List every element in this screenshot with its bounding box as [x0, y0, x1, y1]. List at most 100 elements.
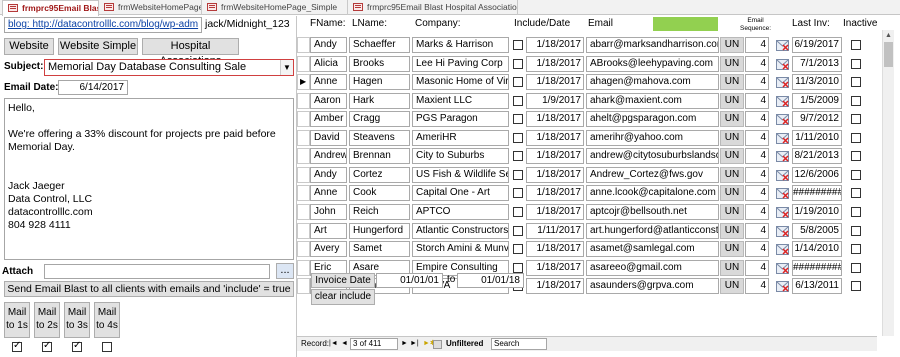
last-invoice-cell[interactable]: 8/21/2013 — [792, 148, 842, 164]
fname-cell[interactable]: John — [310, 204, 347, 220]
fname-cell[interactable]: Anne — [310, 185, 347, 201]
include-date-cell[interactable]: 1/18/2017 — [526, 278, 584, 294]
unsubscribe-button[interactable]: UN — [720, 111, 744, 127]
unsubscribe-button[interactable]: UN — [720, 37, 744, 53]
mail-cancel-icon[interactable] — [776, 207, 789, 218]
mail-cancel-icon[interactable] — [776, 281, 789, 292]
email-cell[interactable]: asamet@samlegal.com — [586, 241, 719, 257]
lname-cell[interactable]: Steavens — [349, 130, 410, 146]
last-invoice-cell[interactable]: 9/7/2012 — [792, 111, 842, 127]
tab-frmprc95-email-blast[interactable]: frmprc95Email Blast — [2, 0, 99, 16]
previous-record-icon[interactable]: ◄ — [341, 337, 348, 351]
inactive-checkbox[interactable] — [851, 170, 861, 180]
include-checkbox[interactable] — [513, 96, 523, 106]
last-invoice-cell[interactable]: 12/6/2006 — [792, 167, 842, 183]
mail-cancel-icon[interactable] — [776, 226, 789, 237]
filter-icon[interactable] — [433, 340, 442, 349]
first-record-icon[interactable]: |◄ — [329, 337, 338, 351]
mail-to-4s-button[interactable]: Mail to 4s — [94, 302, 120, 338]
unsubscribe-button[interactable]: UN — [720, 74, 744, 90]
mail-cancel-icon[interactable] — [776, 170, 789, 181]
last-record-icon[interactable]: ►| — [410, 337, 419, 351]
email-sequence-cell[interactable]: 4 — [745, 111, 769, 127]
email-sequence-cell[interactable]: 4 — [745, 223, 769, 239]
unsubscribe-button[interactable]: UN — [720, 167, 744, 183]
company-cell[interactable]: Atlantic Constructors, — [412, 223, 509, 239]
fname-cell[interactable]: Art — [310, 223, 347, 239]
email-cell[interactable]: asareeo@gmail.com — [586, 260, 719, 276]
invoice-date-from-field[interactable]: 01/01/01 — [376, 273, 443, 288]
subject-combobox[interactable]: Memorial Day Database Consulting Sale ▼ — [44, 59, 294, 76]
email-sequence-cell[interactable]: 4 — [745, 278, 769, 294]
record-selector[interactable] — [297, 241, 310, 257]
include-date-cell[interactable]: 1/18/2017 — [526, 167, 584, 183]
unsubscribe-button[interactable]: UN — [720, 241, 744, 257]
include-date-cell[interactable]: 1/18/2017 — [526, 130, 584, 146]
inactive-checkbox[interactable] — [851, 40, 861, 50]
inactive-checkbox[interactable] — [851, 59, 861, 69]
hospital-associations-button[interactable]: Hospital Associations — [142, 38, 239, 67]
fname-cell[interactable]: Andrew — [310, 148, 347, 164]
unsubscribe-button[interactable]: UN — [720, 278, 744, 294]
mail-to-3s-checkbox[interactable] — [72, 340, 82, 352]
mail-to-1s-button[interactable]: Mail to 1s — [4, 302, 30, 338]
record-selector[interactable] — [297, 223, 310, 239]
email-cell[interactable]: aptcojr@bellsouth.net — [586, 204, 719, 220]
include-checkbox[interactable] — [513, 151, 523, 161]
inactive-checkbox[interactable] — [851, 281, 861, 291]
fname-cell[interactable]: Anne — [310, 74, 347, 90]
include-date-cell[interactable]: 1/18/2017 — [526, 204, 584, 220]
mail-cancel-icon[interactable] — [776, 188, 789, 199]
email-cell[interactable]: ABrooks@leehypaving.com — [586, 56, 719, 72]
company-cell[interactable]: City to Suburbs — [412, 148, 509, 164]
email-cell[interactable]: abarr@marksandharrison.com — [586, 37, 719, 53]
unsubscribe-button[interactable]: UN — [720, 93, 744, 109]
last-invoice-cell[interactable]: 6/19/2017 — [792, 37, 842, 53]
mail-cancel-icon[interactable] — [776, 114, 789, 125]
email-cell[interactable]: asaunders@grpva.com — [586, 278, 719, 294]
blog-url-link[interactable]: blog: http://datacontrolllc.com/blog/wp-… — [4, 17, 202, 33]
include-date-cell[interactable]: 1/18/2017 — [526, 241, 584, 257]
last-invoice-cell[interactable]: 1/19/2010 — [792, 204, 842, 220]
unsubscribe-button[interactable]: UN — [720, 130, 744, 146]
include-date-cell[interactable]: 1/11/2017 — [526, 223, 584, 239]
lname-cell[interactable]: Hagen — [349, 74, 410, 90]
lname-cell[interactable]: Hark — [349, 93, 410, 109]
chevron-down-icon[interactable]: ▼ — [280, 60, 293, 75]
website-button[interactable]: Website — [4, 38, 54, 55]
next-record-icon[interactable]: ► — [401, 337, 408, 351]
lname-cell[interactable]: Brooks — [349, 56, 410, 72]
include-checkbox[interactable] — [513, 77, 523, 87]
include-checkbox[interactable] — [513, 133, 523, 143]
search-box[interactable]: Search — [491, 338, 547, 350]
last-invoice-cell[interactable]: 1/14/2010 — [792, 241, 842, 257]
vertical-scrollbar[interactable]: ▲ — [882, 30, 894, 336]
unsubscribe-button[interactable]: UN — [720, 148, 744, 164]
mail-cancel-icon[interactable] — [776, 244, 789, 255]
include-checkbox[interactable] — [513, 40, 523, 50]
fname-cell[interactable]: Alicia — [310, 56, 347, 72]
website-simple-button[interactable]: Website Simple — [58, 38, 138, 55]
record-selector[interactable] — [297, 111, 310, 127]
last-invoice-cell[interactable]: 11/3/2010 — [792, 74, 842, 90]
email-sequence-cell[interactable]: 4 — [745, 93, 769, 109]
lname-cell[interactable]: Cook — [349, 185, 410, 201]
company-cell[interactable]: AmeriHR — [412, 130, 509, 146]
email-cell[interactable]: Andrew_Cortez@fws.gov — [586, 167, 719, 183]
tab-frmwebsitehomepage[interactable]: frmWebsiteHomePage — [99, 0, 202, 15]
attach-field[interactable] — [44, 264, 270, 279]
mail-to-1s-checkbox[interactable] — [12, 340, 22, 352]
email-sequence-cell[interactable]: 4 — [745, 130, 769, 146]
inactive-checkbox[interactable] — [851, 244, 861, 254]
send-email-blast-button[interactable]: Send Email Blast to all clients with ema… — [4, 281, 294, 297]
record-selector[interactable] — [297, 130, 310, 146]
email-sequence-cell[interactable]: 4 — [745, 185, 769, 201]
lname-cell[interactable]: Brennan — [349, 148, 410, 164]
inactive-checkbox[interactable] — [851, 263, 861, 273]
inactive-checkbox[interactable] — [851, 188, 861, 198]
company-cell[interactable]: Storch Amini & Munve — [412, 241, 509, 257]
last-invoice-cell[interactable]: 6/13/2011 — [792, 278, 842, 294]
email-cell[interactable]: ahelt@pgsparagon.com — [586, 111, 719, 127]
fname-cell[interactable]: Avery — [310, 241, 347, 257]
include-date-cell[interactable]: 1/18/2017 — [526, 111, 584, 127]
